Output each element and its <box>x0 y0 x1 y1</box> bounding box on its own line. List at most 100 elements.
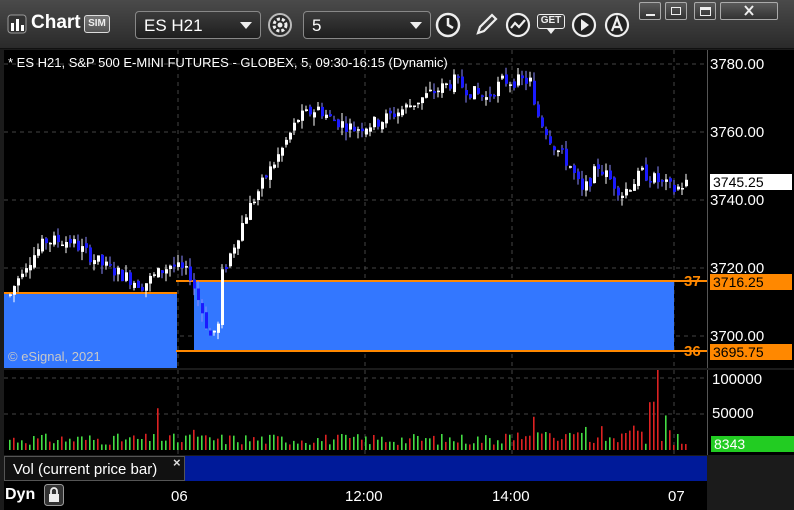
candle-body <box>409 105 412 108</box>
candle-body <box>525 77 528 84</box>
time-axis[interactable]: 06 12:00 14:00 07 <box>4 481 707 510</box>
close-study-icon[interactable]: × <box>173 455 181 470</box>
candle-body <box>417 102 420 105</box>
volume-bar <box>189 434 191 450</box>
price-tick-label: 3740.00 <box>710 192 765 209</box>
candle-body <box>669 178 672 182</box>
candle-body <box>593 166 596 184</box>
volume-tick-label: 100000 <box>712 371 763 388</box>
dynamic-mode-label[interactable]: Dyn <box>5 486 35 504</box>
candle-body <box>273 164 276 168</box>
candle-body <box>189 266 192 281</box>
volume-bar <box>621 433 623 450</box>
chevron-down-icon <box>410 22 422 29</box>
volume-bar <box>405 443 407 450</box>
play-icon[interactable] <box>570 11 598 39</box>
candle-body <box>49 242 52 245</box>
candle-body <box>181 262 184 268</box>
candle-body <box>397 112 400 117</box>
gear-icon[interactable] <box>266 11 294 39</box>
volume-panel[interactable] <box>4 367 707 455</box>
volume-bar <box>569 432 571 450</box>
volume-bar <box>181 442 183 450</box>
volume-bar <box>237 442 239 450</box>
candle-body <box>29 265 32 271</box>
symbol-combo[interactable]: ES H21 <box>135 11 261 39</box>
candle-body <box>613 177 616 189</box>
candle-body <box>561 148 564 150</box>
volume-bar <box>613 438 615 450</box>
clock-icon[interactable] <box>434 11 462 39</box>
candle-body <box>117 267 120 275</box>
app-title: Chart <box>31 12 81 33</box>
chart-style-icon[interactable] <box>504 11 532 39</box>
minimize-button[interactable] <box>639 2 661 20</box>
volume-bar <box>305 442 307 450</box>
alert-icon[interactable] <box>603 11 631 39</box>
interval-combo[interactable]: 5 <box>303 11 431 39</box>
price-axis[interactable]: 3780.00 3760.00 3740.00 3720.00 3700.00 <box>707 50 794 368</box>
restore-button[interactable] <box>665 2 687 20</box>
volume-bar <box>605 440 607 450</box>
current-volume-label: 8343 <box>711 436 794 452</box>
candle-body <box>517 74 520 86</box>
volume-bar <box>541 433 543 450</box>
candle-body <box>469 94 472 98</box>
candle-body <box>65 241 68 248</box>
volume-bar <box>241 444 243 450</box>
toolbar: Chart SIM ES H21 5 GET <box>0 0 794 49</box>
candle-body <box>437 90 440 93</box>
candle-body <box>637 170 640 186</box>
volume-bar <box>553 437 555 450</box>
volume-bar <box>293 440 295 450</box>
candle-body <box>101 254 104 266</box>
volume-bar <box>297 443 299 450</box>
volume-bar <box>157 408 159 450</box>
lock-icon[interactable] <box>44 484 64 506</box>
price-chart[interactable] <box>4 50 707 368</box>
volume-bar <box>93 439 95 450</box>
candle-body <box>421 97 424 104</box>
volume-bar <box>65 441 67 450</box>
candle-body <box>393 113 396 118</box>
price-chart-panel[interactable] <box>4 50 707 368</box>
candle-body <box>557 150 560 153</box>
candle-body <box>265 175 268 178</box>
volume-bar <box>673 444 675 450</box>
candle-body <box>573 165 576 173</box>
volume-bar <box>677 433 679 450</box>
volume-bar <box>533 416 535 450</box>
candle-body <box>677 186 680 190</box>
volume-bar <box>641 431 643 450</box>
volume-bar <box>49 441 51 450</box>
volume-bar <box>317 438 319 450</box>
candle-body <box>113 267 116 276</box>
candle-body <box>161 270 164 274</box>
candle-body <box>621 195 624 199</box>
volume-bar <box>197 436 199 450</box>
candle-body <box>285 139 288 145</box>
candle-body <box>21 273 24 278</box>
volume-bar <box>9 439 11 450</box>
candle-body <box>221 269 224 325</box>
candle-body <box>493 95 496 97</box>
close-button[interactable] <box>720 2 778 20</box>
volume-bar <box>381 436 383 450</box>
volume-bar <box>25 443 27 450</box>
volume-bar <box>201 435 203 450</box>
candle-body <box>301 110 304 121</box>
volume-axis[interactable]: 100000 50000 8343 <box>707 370 794 455</box>
volume-bar <box>661 440 663 450</box>
study-tab-volume[interactable]: Vol (current price bar) × <box>4 455 185 481</box>
volume-bar <box>217 438 219 450</box>
volume-chart[interactable] <box>4 367 707 455</box>
get-data-icon[interactable]: GET <box>537 14 565 34</box>
volume-bar <box>353 436 355 450</box>
candle-body <box>165 269 168 274</box>
pencil-icon[interactable] <box>472 11 500 39</box>
volume-bar <box>465 443 467 450</box>
candle-body <box>153 274 156 276</box>
candle-body <box>617 187 620 196</box>
volume-bar <box>497 440 499 450</box>
maximize-button[interactable] <box>694 2 716 20</box>
